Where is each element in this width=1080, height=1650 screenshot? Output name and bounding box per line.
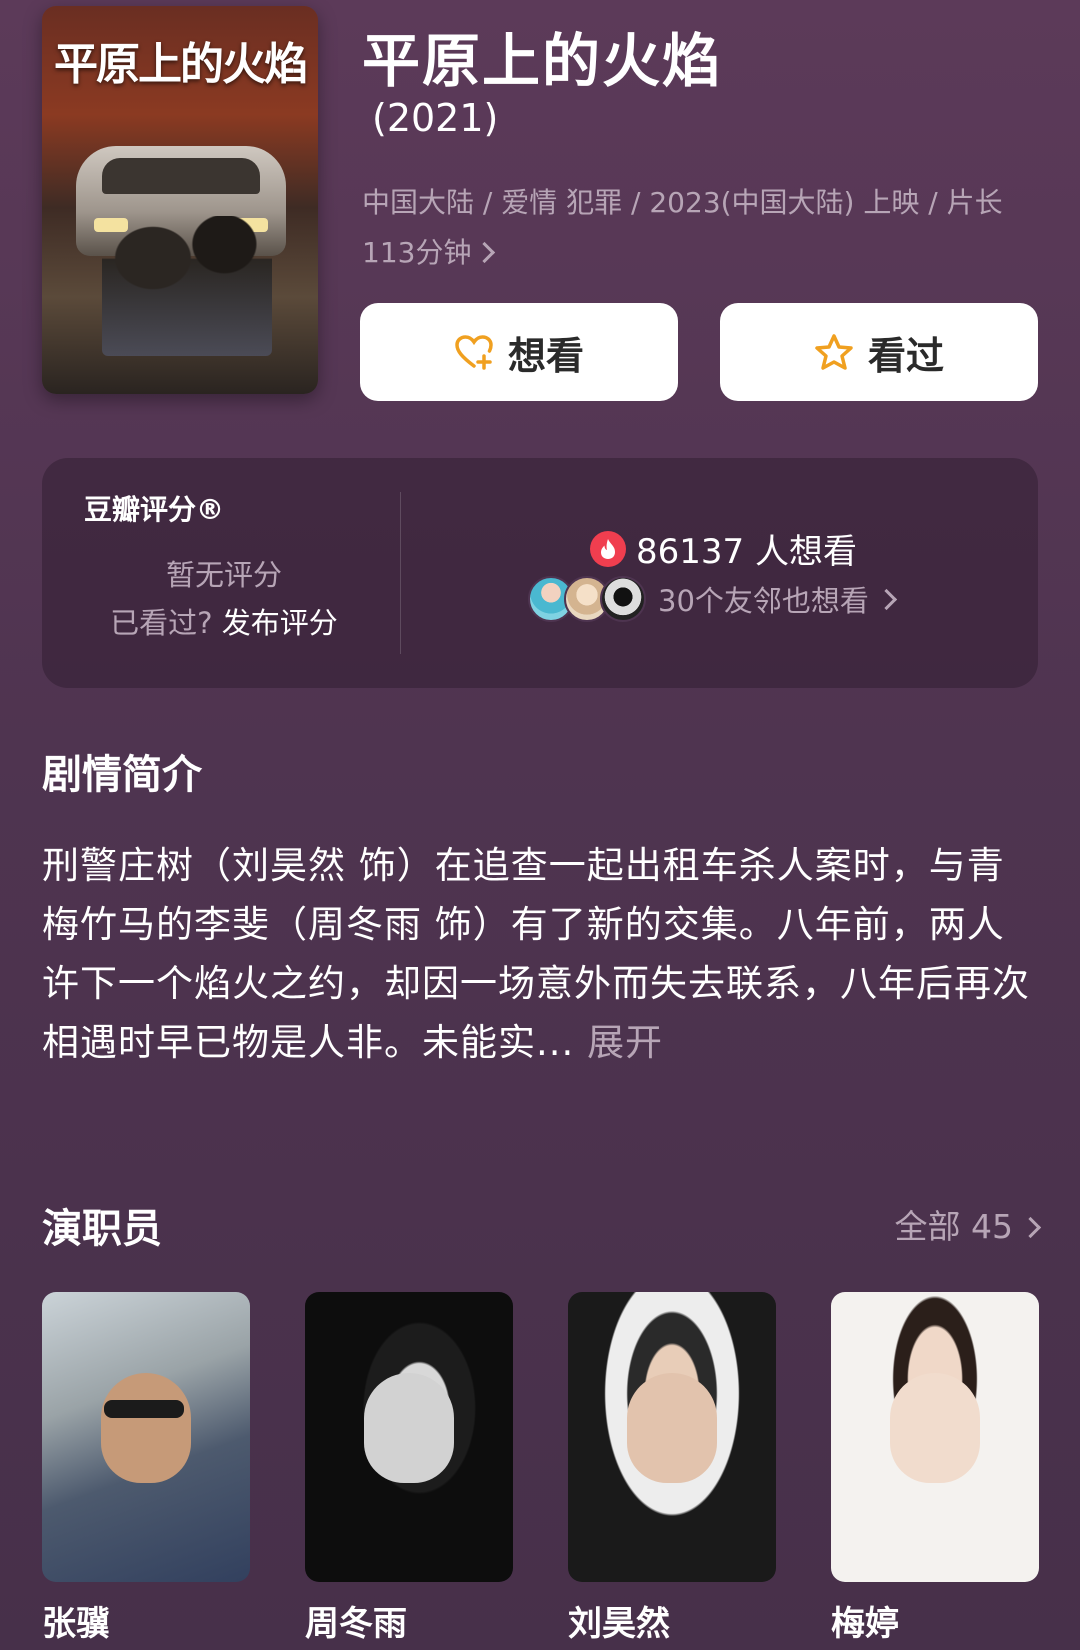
movie-meta[interactable]: 中国大陆 / 爱情 犯罪 / 2023(中国大陆) 上映 / 片长113分钟 [362,178,1022,278]
expand-link[interactable]: 展开 [587,1021,663,1064]
cast-photo[interactable] [42,1292,250,1582]
movie-year: (2021) [372,96,499,140]
movie-poster[interactable]: 平原上的火焰 [42,6,318,394]
friend-avatar [600,576,646,622]
rating-card: 豆瓣评分® 暂无评分 已看过? 发布评分 86137 人想看 30个友邻也想看 [42,458,1038,688]
summary-body: 刑警庄树（刘昊然 饰）在追查一起出租车杀人案时，与青梅竹马的李斐（周冬雨 饰）有… [42,844,1030,1064]
chevron-right-icon [875,588,898,610]
friends-want-row[interactable]: 30个友邻也想看 [528,576,898,622]
no-rating-text: 暂无评分 [165,558,282,592]
cast-name[interactable]: 张骥 [42,1596,110,1645]
cast-all-label: 全部 45 [894,1207,1013,1246]
want-count-text: 86137 人想看 [636,532,857,572]
cast-name[interactable]: 梅婷 [831,1596,899,1645]
want-count-row: 86137 人想看 [590,524,857,573]
movie-title: 平原上的火焰 [362,27,723,95]
star-icon [815,334,853,370]
seen-prompt: 已看过? [110,606,213,640]
want-button[interactable]: 想看 [360,303,678,401]
cast-name[interactable]: 周冬雨 [305,1596,407,1645]
summary-heading: 剧情简介 [42,752,202,798]
publish-rating-row[interactable]: 已看过? 发布评分 [42,600,406,642]
chevron-right-icon [474,241,496,264]
cast-photo[interactable] [305,1292,513,1582]
card-divider [400,492,401,654]
summary-text[interactable]: 刑警庄树（刘昊然 饰）在追查一起出租车杀人案时，与青梅竹马的李斐（周冬雨 饰）有… [42,836,1042,1072]
heart-plus-icon [455,335,493,370]
seen-button[interactable]: 看过 [720,303,1038,401]
cast-photo[interactable] [568,1292,776,1582]
friends-want-text: 30个友邻也想看 [658,584,869,618]
cast-all-link[interactable]: 全部 45 [894,1200,1042,1248]
publish-rating-link[interactable]: 发布评分 [222,606,338,640]
cast-name[interactable]: 刘昊然 [568,1596,670,1645]
cast-photo[interactable] [831,1292,1039,1582]
movie-meta-text: 中国大陆 / 爱情 犯罪 / 2023(中国大陆) 上映 / 片长113分钟 [362,186,1003,269]
fire-icon [590,530,626,567]
douban-rating-label: 豆瓣评分® [84,493,225,526]
poster-title: 平原上的火焰 [54,39,308,90]
want-button-label: 想看 [507,333,584,378]
cast-heading: 演职员 [42,1206,162,1252]
poster-people-image [102,216,272,356]
seen-button-label: 看过 [867,333,944,378]
chevron-right-icon [1019,1216,1042,1239]
